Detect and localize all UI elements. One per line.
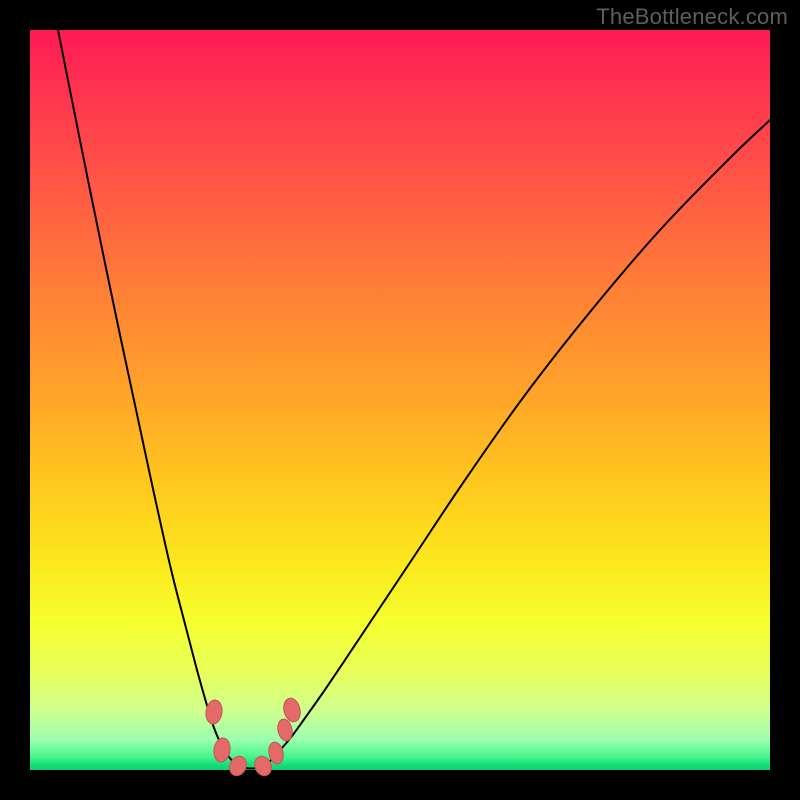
plot-area — [30, 30, 770, 770]
chart-frame: TheBottleneck.com — [0, 0, 800, 800]
bottleneck-curve — [58, 30, 770, 769]
marker-dot — [212, 737, 231, 763]
marker-group — [204, 696, 302, 778]
curve-svg — [30, 30, 770, 770]
watermark-text: TheBottleneck.com — [596, 4, 788, 30]
curve-right-branch — [267, 120, 770, 764]
curve-left-branch — [58, 30, 235, 764]
